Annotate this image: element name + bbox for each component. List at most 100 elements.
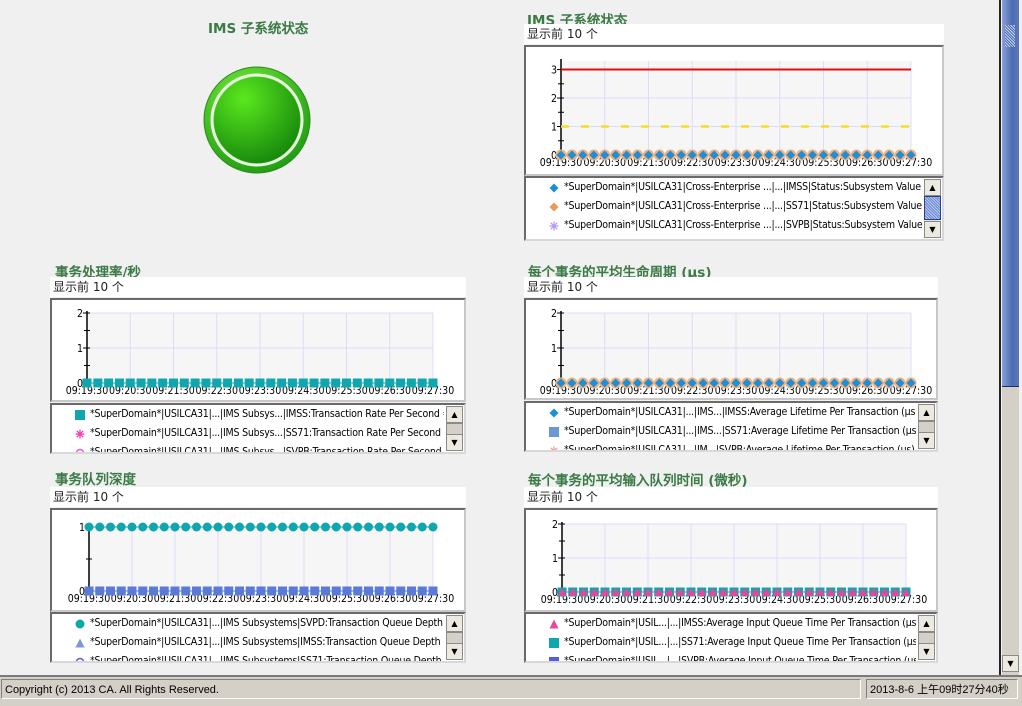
y-tick-label: 0 (552, 587, 558, 599)
panel-title: 事务队列深度 (55, 472, 136, 488)
page-scrollbar[interactable]: ▼ (1002, 0, 1019, 676)
data-point (828, 377, 840, 389)
data-point (374, 522, 384, 532)
legend-label: *SuperDomain*|USILCA31|...|IMS Subsystem… (90, 617, 444, 629)
data-point (223, 378, 233, 388)
copyright-text: Copyright (c) 2013 CA. All Rights Reserv… (1, 679, 861, 699)
data-point (883, 377, 895, 389)
legend-items: *SuperDomain*|USIL...|...|IMSS:Average I… (526, 614, 916, 661)
legend-items: *SuperDomain*|USILCA31|Cross-Enterprise … (526, 178, 922, 239)
circle-marker-icon (75, 619, 85, 628)
data-point (106, 586, 115, 596)
square-marker-icon (549, 426, 559, 437)
data-point (763, 149, 775, 161)
data-point (719, 377, 731, 389)
data-point (407, 522, 416, 532)
data-point (127, 522, 137, 532)
legend-label: *SuperDomain*|USILCA31|...|IM...|SVPB:Av… (564, 444, 916, 450)
legend-scrollbar[interactable]: ▲ ▼ (918, 404, 935, 449)
data-point (555, 149, 567, 161)
data-point (796, 149, 808, 161)
data-point (428, 522, 438, 532)
data-point (149, 586, 158, 596)
data-point (741, 149, 753, 161)
scroll-up-button[interactable]: ▲ (918, 404, 935, 421)
data-point (599, 149, 611, 161)
legend-scrollbar[interactable]: ▲ ▼ (918, 615, 935, 660)
y-tick-label: 1 (77, 343, 83, 355)
data-point (159, 586, 169, 596)
scroll-up-button[interactable]: ▲ (918, 615, 935, 632)
data-point (807, 377, 819, 389)
legend-scrollbar[interactable]: ▲ ▼ (446, 406, 463, 451)
data-point (181, 586, 191, 596)
legend-item: *SuperDomain*|USILCA31|Cross-Enterprise … (526, 197, 922, 216)
data-point (610, 149, 622, 161)
data-point (138, 522, 148, 532)
legend-item: *SuperDomain*|USILCA31|...|IMS Subsys...… (52, 405, 444, 424)
chart-svg: 09:19:30 09:20:30 09:21:30 09:22:30 09:23:30… (541, 519, 927, 606)
scroll-up-button[interactable]: ▲ (446, 406, 463, 423)
page-scroll-down-button[interactable]: ▼ (1002, 655, 1019, 672)
data-point (235, 522, 244, 532)
legend-item: *SuperDomain*|USILCA31|...|IMS Subsystem… (52, 633, 444, 652)
data-point (84, 586, 94, 596)
data-point (298, 378, 308, 388)
data-point (417, 522, 427, 532)
page-divider (999, 0, 1001, 676)
data-point (202, 522, 212, 532)
data-point (428, 586, 438, 596)
data-point (192, 586, 201, 596)
scroll-up-button[interactable]: ▲ (446, 615, 463, 632)
data-point (730, 377, 742, 389)
legend-item: *SuperDomain*|USIL...|...|SVPB:Average I… (526, 652, 916, 661)
data-point (763, 377, 775, 389)
data-point (588, 149, 600, 161)
data-point (796, 377, 808, 389)
asterisk-marker-icon (549, 446, 559, 450)
data-point (170, 522, 180, 532)
diamond-marker-icon (549, 408, 559, 417)
scroll-down-button[interactable]: ▼ (918, 432, 935, 449)
data-point (309, 378, 319, 388)
scroll-up-button[interactable]: ▲ (924, 179, 941, 196)
legend-scrollbar-thumb[interactable] (924, 196, 941, 220)
data-point (267, 522, 277, 532)
data-point (158, 378, 168, 388)
legend-items: *SuperDomain*|USILCA31|...|IMS Subsystem… (52, 614, 444, 661)
data-point (353, 522, 363, 532)
legend-label: *SuperDomain*|USILCA31|Cross-Enterprise … (564, 181, 922, 193)
top-n-label: 显示前 10 个 (524, 24, 944, 44)
y-tick-label: 1 (551, 122, 557, 134)
data-point (245, 586, 255, 596)
legend-label: *SuperDomain*|USILCA31|...|IMS Subsys...… (90, 446, 444, 452)
data-point (632, 149, 644, 161)
data-point (643, 377, 654, 389)
legend-scrollbar[interactable]: ▲ ▼ (924, 179, 941, 238)
scroll-down-button[interactable]: ▼ (924, 221, 941, 238)
y-tick-label: 2 (551, 308, 557, 320)
legend-label: *SuperDomain*|USILCA31|Cross-Enterprise … (564, 219, 922, 231)
legend-label: *SuperDomain*|USILCA31|Cross-Enterprise … (564, 200, 922, 212)
scroll-down-button[interactable]: ▼ (446, 643, 463, 660)
legend-list: *SuperDomain*|USILCA31|...|IMS Subsystem… (50, 612, 466, 663)
top-n-label: 显示前 10 个 (50, 487, 466, 507)
data-point (213, 522, 223, 532)
legend-scrollbar[interactable]: ▲ ▼ (446, 615, 463, 660)
y-tick-label: 2 (552, 519, 558, 531)
data-point (599, 377, 611, 389)
legend-item: *SuperDomain*|USILCA31|...|IMS...|IMSS:A… (526, 403, 916, 422)
chart: 09:19:30 09:20:30 09:21:30 09:22:30 09:23:30… (524, 508, 938, 612)
data-point (621, 149, 633, 161)
data-point (675, 149, 687, 161)
legend-item: *SuperDomain*|USILCA31|...|IMS Subsystem… (52, 614, 444, 633)
data-point (686, 377, 698, 389)
data-point (84, 522, 94, 532)
data-point (653, 149, 665, 161)
data-point (82, 378, 92, 388)
scroll-down-button[interactable]: ▼ (446, 434, 463, 451)
page-scrollbar-thumb[interactable] (1002, 0, 1019, 387)
data-point (621, 377, 633, 389)
scroll-down-button[interactable]: ▼ (918, 643, 935, 660)
data-point (385, 378, 395, 388)
